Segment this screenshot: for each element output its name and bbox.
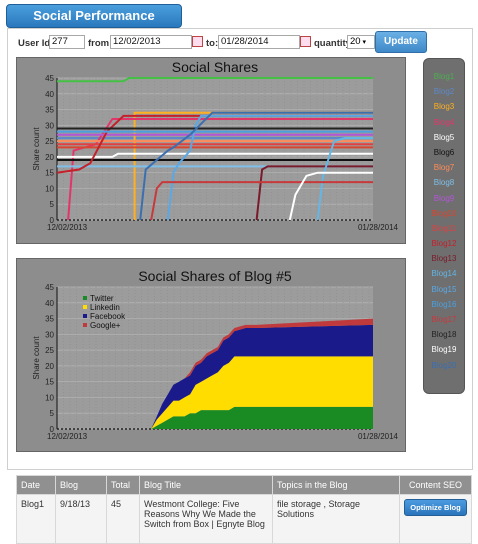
legend-item-7[interactable]: Blog7 [424,160,464,175]
to-label: to: [206,38,219,49]
c1-ytick-label: 10 [45,184,54,193]
c2-x-start-label: 12/02/2013 [47,432,88,441]
c1-title: Social Shares [172,59,258,75]
c2-x-end-label: 01/28/2014 [358,432,399,441]
top-bar: Social Performance Analyzer [0,0,478,45]
legend-item-20[interactable]: Blog20 [424,358,464,373]
c1-ytick-label: 40 [45,90,54,99]
col-content-seo[interactable]: Content SEO [399,475,472,495]
to-calendar-icon[interactable] [300,36,311,47]
col-blog-title[interactable]: Blog Title [139,475,273,495]
c2-ytick-label: 5 [50,409,55,418]
legend-item-4[interactable]: Blog4 [424,115,464,130]
table-header-row: Date Blog Total Blog Title Topics in the… [16,475,472,495]
cell-seo: Optimize Blog [399,494,472,544]
table-row: Blog1 9/18/13 45 Westmont College: Five … [16,494,472,544]
c2-ytick-label: 40 [45,299,54,308]
c1-x-end-label: 01/28/2014 [358,223,399,232]
c2-legend-label: Linkedin [90,303,120,312]
c2-ytick-label: 10 [45,393,54,402]
cell-blog-title-link[interactable]: Westmont College: Five Reasons Why We Ma… [139,494,273,544]
c1-plot-area [57,78,373,220]
from-date-input[interactable]: 12/02/2013 [110,35,192,49]
c2-legend-swatch [83,305,87,309]
c1-ytick-label: 45 [45,74,54,83]
to-date-input[interactable]: 01/28/2014 [218,35,300,49]
c2-legend-swatch [83,323,87,327]
cell-blog: 9/18/13 [55,494,107,544]
col-topics[interactable]: Topics in the Blog [272,475,400,495]
social-shares-plot: 051015202530354045Social SharesShare cou… [32,59,399,232]
legend-item-15[interactable]: Blog15 [424,282,464,297]
legend-item-3[interactable]: Blog3 [424,99,464,114]
legend-item-16[interactable]: Blog16 [424,297,464,312]
c2-legend-swatch [83,314,87,318]
legend-item-5[interactable]: Blog5 [424,130,464,145]
c2-ytick-label: 45 [45,283,54,292]
blog5-shares-plot: 051015202530354045Social Shares of Blog … [32,268,399,441]
app-title-tab[interactable]: Social Performance Analyzer [6,4,182,45]
c2-legend-label: Twitter [90,294,114,303]
update-button[interactable]: Update [375,31,427,53]
cell-topics[interactable]: file storage , Storage Solutions [272,494,400,544]
c1-ytick-label: 30 [45,121,54,130]
legend-item-8[interactable]: Blog8 [424,175,464,190]
legend-item-13[interactable]: Blog13 [424,251,464,266]
c2-ytick-label: 20 [45,362,54,371]
legend-item-9[interactable]: Blog9 [424,191,464,206]
c1-ytick-label: 15 [45,169,54,178]
legend-item-11[interactable]: Blog11 [424,221,464,236]
from-label: from: [88,38,113,49]
c1-ytick-label: 20 [45,153,54,162]
social-shares-chart: 0 5 10 15 20 25 30 35 40 45 Social Shares Share cou… [16,57,406,244]
c2-legend-swatch [83,296,87,300]
legend-item-19[interactable]: Blog19 [424,342,464,357]
cell-date: Blog1 [16,494,56,544]
col-date[interactable]: Date [16,475,56,495]
c2-ytick-label: 35 [45,315,54,324]
blog-legend: Blog1 Blog2 Blog3 Blog4 Blog5 Blog6 Blog7 Blog8… [423,58,465,394]
legend-item-2[interactable]: Blog2 [424,84,464,99]
chevron-down-icon: ▾ [360,39,367,46]
c2-ytick-label: 25 [45,346,54,355]
cell-total: 45 [106,494,140,544]
c2-title: Social Shares of Blog #5 [138,268,292,284]
legend-item-14[interactable]: Blog14 [424,266,464,281]
c2-legend-label: Google+ [90,321,121,330]
c1-ytick-label: 5 [50,200,55,209]
col-blog[interactable]: Blog [55,475,107,495]
legend-item-6[interactable]: Blog6 [424,145,464,160]
c1-x-start-label: 12/02/2013 [47,223,88,232]
from-calendar-icon[interactable] [192,36,203,47]
legend-item-1[interactable]: Blog1 [424,69,464,84]
quantity-select[interactable]: 20 ▾ [347,35,375,49]
legend-item-10[interactable]: Blog10 [424,206,464,221]
col-total[interactable]: Total [106,475,140,495]
legend-item-17[interactable]: Blog17 [424,312,464,327]
c1-ytick-label: 35 [45,106,54,115]
c2-ytick-label: 30 [45,330,54,339]
legend-item-12[interactable]: Blog12 [424,236,464,251]
c2-legend-label: Facebook [90,312,126,321]
c2-ytick-label: 15 [45,378,54,387]
c1-ytick-label: 25 [45,137,54,146]
optimize-blog-button[interactable]: Optimize Blog [404,499,467,516]
user-id-input[interactable]: 277 [49,35,85,49]
blog-table: Date Blog Total Blog Title Topics in the… [16,475,472,544]
c1-ylabel: Share count [32,127,41,171]
legend-item-18[interactable]: Blog18 [424,327,464,342]
quantity-value: 20 [350,36,361,47]
blog5-shares-chart: 0 5 10 15 20 25 30 35 40 45 Social Shares of Blog … [16,258,406,452]
c2-ylabel: Share count [32,336,41,380]
